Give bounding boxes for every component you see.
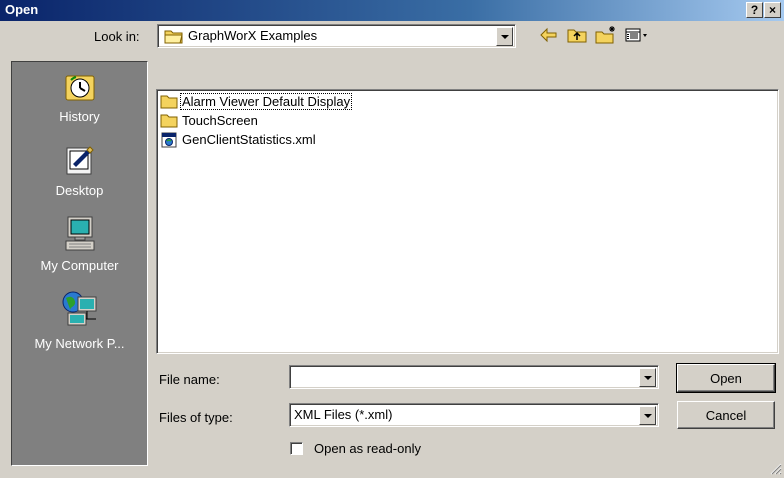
places-bar: History Desktop My Computer My Network P… bbox=[11, 61, 148, 466]
file-name-combo[interactable] bbox=[289, 365, 659, 389]
desktop-icon bbox=[12, 142, 147, 181]
cancel-button[interactable]: Cancel bbox=[677, 401, 775, 429]
view-menu-icon[interactable] bbox=[624, 25, 650, 45]
folder-icon bbox=[160, 113, 178, 131]
file-name-dropdown-arrow[interactable] bbox=[639, 368, 656, 387]
open-button[interactable]: Open bbox=[676, 363, 776, 393]
open-dialog: Open ? × Look in: GraphWorX Examples His… bbox=[0, 0, 784, 477]
folder-icon bbox=[160, 94, 178, 112]
up-folder-icon[interactable] bbox=[566, 25, 588, 45]
file-name-label: File name: bbox=[159, 372, 220, 387]
files-of-type-combo[interactable]: XML Files (*.xml) bbox=[289, 403, 659, 427]
files-of-type-dropdown-arrow[interactable] bbox=[639, 406, 656, 425]
place-history-label: History bbox=[59, 109, 100, 124]
new-folder-icon[interactable] bbox=[594, 25, 618, 45]
file-item-name: TouchScreen bbox=[182, 113, 258, 128]
look-in-label: Look in: bbox=[94, 29, 140, 44]
help-button[interactable]: ? bbox=[746, 2, 763, 18]
resize-grip-icon[interactable] bbox=[769, 462, 782, 475]
place-my-network[interactable]: My Network P... bbox=[12, 289, 147, 351]
window-title: Open bbox=[5, 2, 39, 17]
file-item-name: GenClientStatistics.xml bbox=[182, 132, 316, 147]
file-list[interactable]: Alarm Viewer Default Display TouchScreen… bbox=[156, 89, 779, 354]
history-icon bbox=[12, 72, 147, 107]
look-in-dropdown-arrow[interactable] bbox=[496, 27, 513, 46]
close-button[interactable]: × bbox=[764, 2, 781, 18]
place-desktop[interactable]: Desktop bbox=[12, 142, 147, 198]
title-bar[interactable]: Open ? × bbox=[0, 0, 784, 21]
back-arrow-icon[interactable] bbox=[538, 25, 560, 45]
read-only-checkbox[interactable] bbox=[290, 442, 303, 455]
look-in-value: GraphWorX Examples bbox=[188, 28, 318, 43]
xml-file-icon bbox=[160, 132, 178, 151]
look-in-combo[interactable]: GraphWorX Examples bbox=[157, 24, 516, 48]
my-computer-icon bbox=[12, 215, 147, 256]
place-my-network-label: My Network P... bbox=[34, 336, 125, 351]
my-network-places-icon bbox=[12, 289, 147, 334]
place-my-computer-label: My Computer bbox=[40, 258, 119, 273]
place-my-computer[interactable]: My Computer bbox=[12, 215, 147, 273]
open-folder-icon bbox=[164, 28, 184, 47]
file-item-name: Alarm Viewer Default Display bbox=[179, 93, 353, 110]
place-desktop-label: Desktop bbox=[55, 183, 104, 198]
place-history[interactable]: History bbox=[12, 72, 147, 124]
files-of-type-value: XML Files (*.xml) bbox=[294, 407, 393, 422]
read-only-label[interactable]: Open as read-only bbox=[314, 441, 421, 456]
files-of-type-label: Files of type: bbox=[159, 410, 233, 425]
